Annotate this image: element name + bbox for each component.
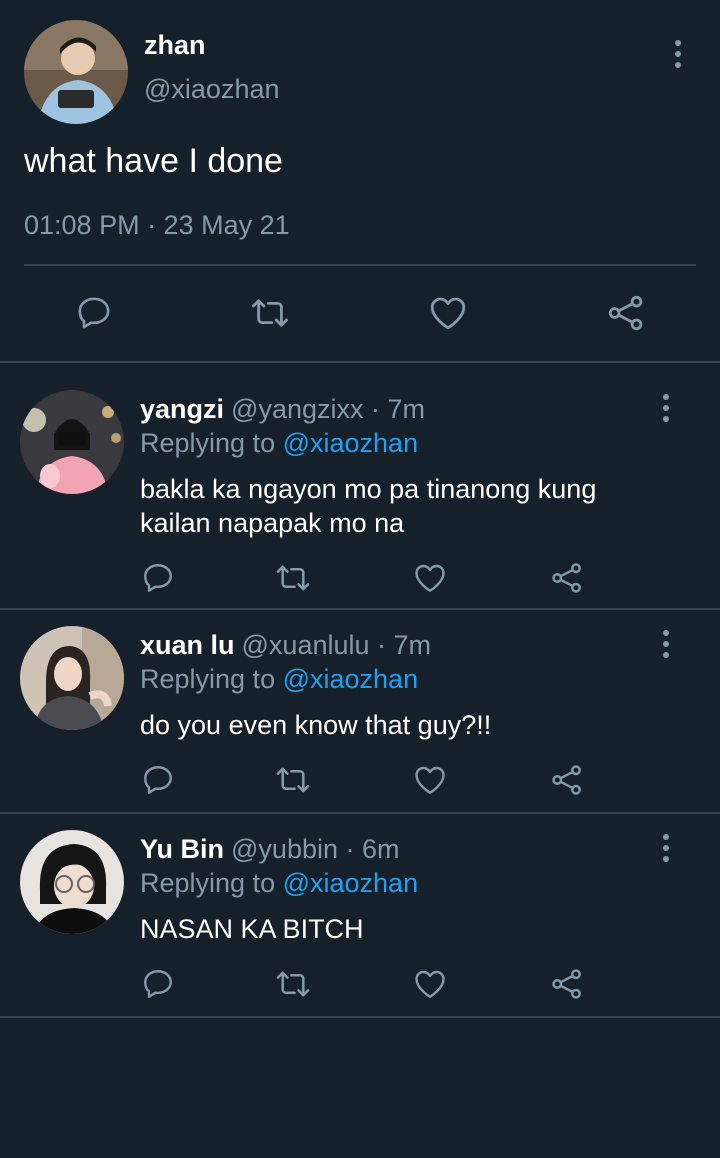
avatar[interactable] <box>24 20 128 124</box>
divider <box>0 608 720 610</box>
reply-icon[interactable] <box>138 558 178 598</box>
author-name[interactable]: yangzi <box>140 394 224 424</box>
more-options-icon[interactable] <box>651 626 681 662</box>
reply-tweet[interactable]: xuan lu @xuanlulu · 7m Replying to @xiaoz… <box>0 626 720 812</box>
reply-text: NASAN KA BITCH <box>140 914 364 944</box>
replying-to: Replying to @xiaozhan <box>140 428 418 459</box>
share-icon[interactable] <box>547 558 587 598</box>
author-handle[interactable]: @yangzixx <box>231 394 363 424</box>
like-icon[interactable] <box>426 291 470 335</box>
retweet-icon[interactable] <box>273 964 313 1004</box>
divider <box>0 361 720 363</box>
reply-icon[interactable] <box>138 760 178 800</box>
share-icon[interactable] <box>547 964 587 1004</box>
avatar[interactable] <box>20 830 124 934</box>
main-tweet: zhan @xiaozhan what have I done 01:08 PM… <box>0 0 720 362</box>
mention-link[interactable]: @xiaozhan <box>283 664 419 694</box>
reply-header: xuan lu @xuanlulu · 7m <box>140 630 431 661</box>
replying-to-label: Replying to <box>140 428 283 458</box>
reply-header: yangzi @yangzixx · 7m <box>140 394 425 425</box>
avatar[interactable] <box>20 390 124 494</box>
reply-icon[interactable] <box>138 964 178 1004</box>
retweet-icon[interactable] <box>248 291 292 335</box>
replying-to: Replying to @xiaozhan <box>140 868 418 899</box>
reply-icon[interactable] <box>72 291 116 335</box>
reply-time: 7m <box>393 630 432 660</box>
tweet-timestamp: 01:08 PM · 23 May 21 <box>24 210 290 240</box>
mention-link[interactable]: @xiaozhan <box>283 428 419 458</box>
reply-time: 7m <box>387 394 426 424</box>
replying-to-label: Replying to <box>140 664 283 694</box>
author-name[interactable]: zhan <box>144 30 206 61</box>
reply-text: bakla ka ngayon mo pa tinanong kung kail… <box>140 474 597 538</box>
reply-tweet[interactable]: yangzi @yangzixx · 7m Replying to @xiaozh… <box>0 390 720 608</box>
author-name[interactable]: Yu Bin <box>140 834 224 864</box>
retweet-icon[interactable] <box>273 760 313 800</box>
divider <box>0 812 720 814</box>
mention-link[interactable]: @xiaozhan <box>283 868 419 898</box>
like-icon[interactable] <box>410 964 450 1004</box>
replying-to: Replying to @xiaozhan <box>140 664 418 695</box>
reply-text: do you even know that guy?!! <box>140 710 492 740</box>
author-handle[interactable]: @xiaozhan <box>144 74 280 105</box>
share-icon[interactable] <box>604 291 648 335</box>
separator-dot: · <box>369 630 394 660</box>
more-options-icon[interactable] <box>651 830 681 866</box>
share-icon[interactable] <box>547 760 587 800</box>
author-handle[interactable]: @xuanlulu <box>242 630 370 660</box>
more-options-icon[interactable] <box>651 390 681 426</box>
divider <box>0 1016 720 1018</box>
author-handle[interactable]: @yubbin <box>231 834 338 864</box>
retweet-icon[interactable] <box>273 558 313 598</box>
reply-time: 6m <box>362 834 400 864</box>
replying-to-label: Replying to <box>140 868 283 898</box>
author-name[interactable]: xuan lu <box>140 630 235 660</box>
separator-dot: · <box>338 834 362 864</box>
like-icon[interactable] <box>410 760 450 800</box>
avatar[interactable] <box>20 626 124 730</box>
divider <box>24 264 696 266</box>
more-options-icon[interactable] <box>663 36 693 72</box>
separator-dot: · <box>363 394 388 424</box>
reply-tweet[interactable]: Yu Bin @yubbin · 6m Replying to @xiaozhan… <box>0 830 720 1016</box>
like-icon[interactable] <box>410 558 450 598</box>
tweet-text: what have I done <box>24 142 283 180</box>
reply-header: Yu Bin @yubbin · 6m <box>140 834 400 865</box>
